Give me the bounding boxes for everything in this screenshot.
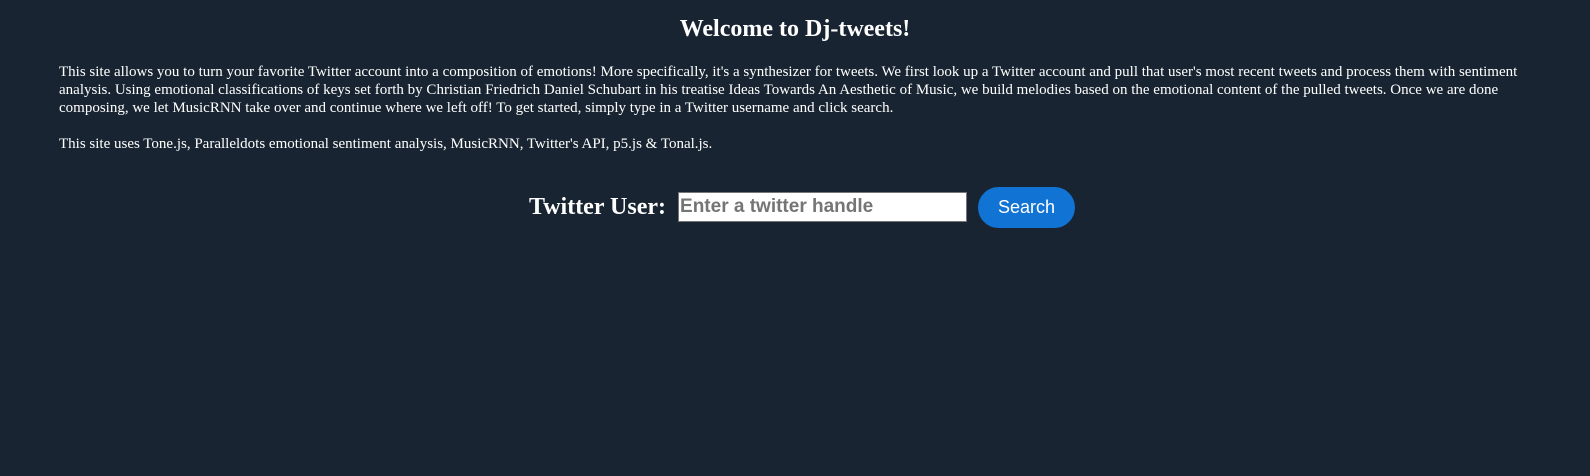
credits-paragraph: This site uses Tone.js, Paralleldots emo… (59, 136, 713, 152)
twitter-handle-input[interactable] (678, 192, 968, 222)
intro-paragraph: This site allows you to turn your favori… (59, 64, 1518, 116)
search-form: Twitter User: Search (0, 186, 1590, 228)
search-button[interactable]: Search (978, 186, 1076, 228)
page-title: Welcome to Dj-tweets! (679, 16, 911, 42)
twitter-user-label: Twitter User: (528, 193, 667, 220)
